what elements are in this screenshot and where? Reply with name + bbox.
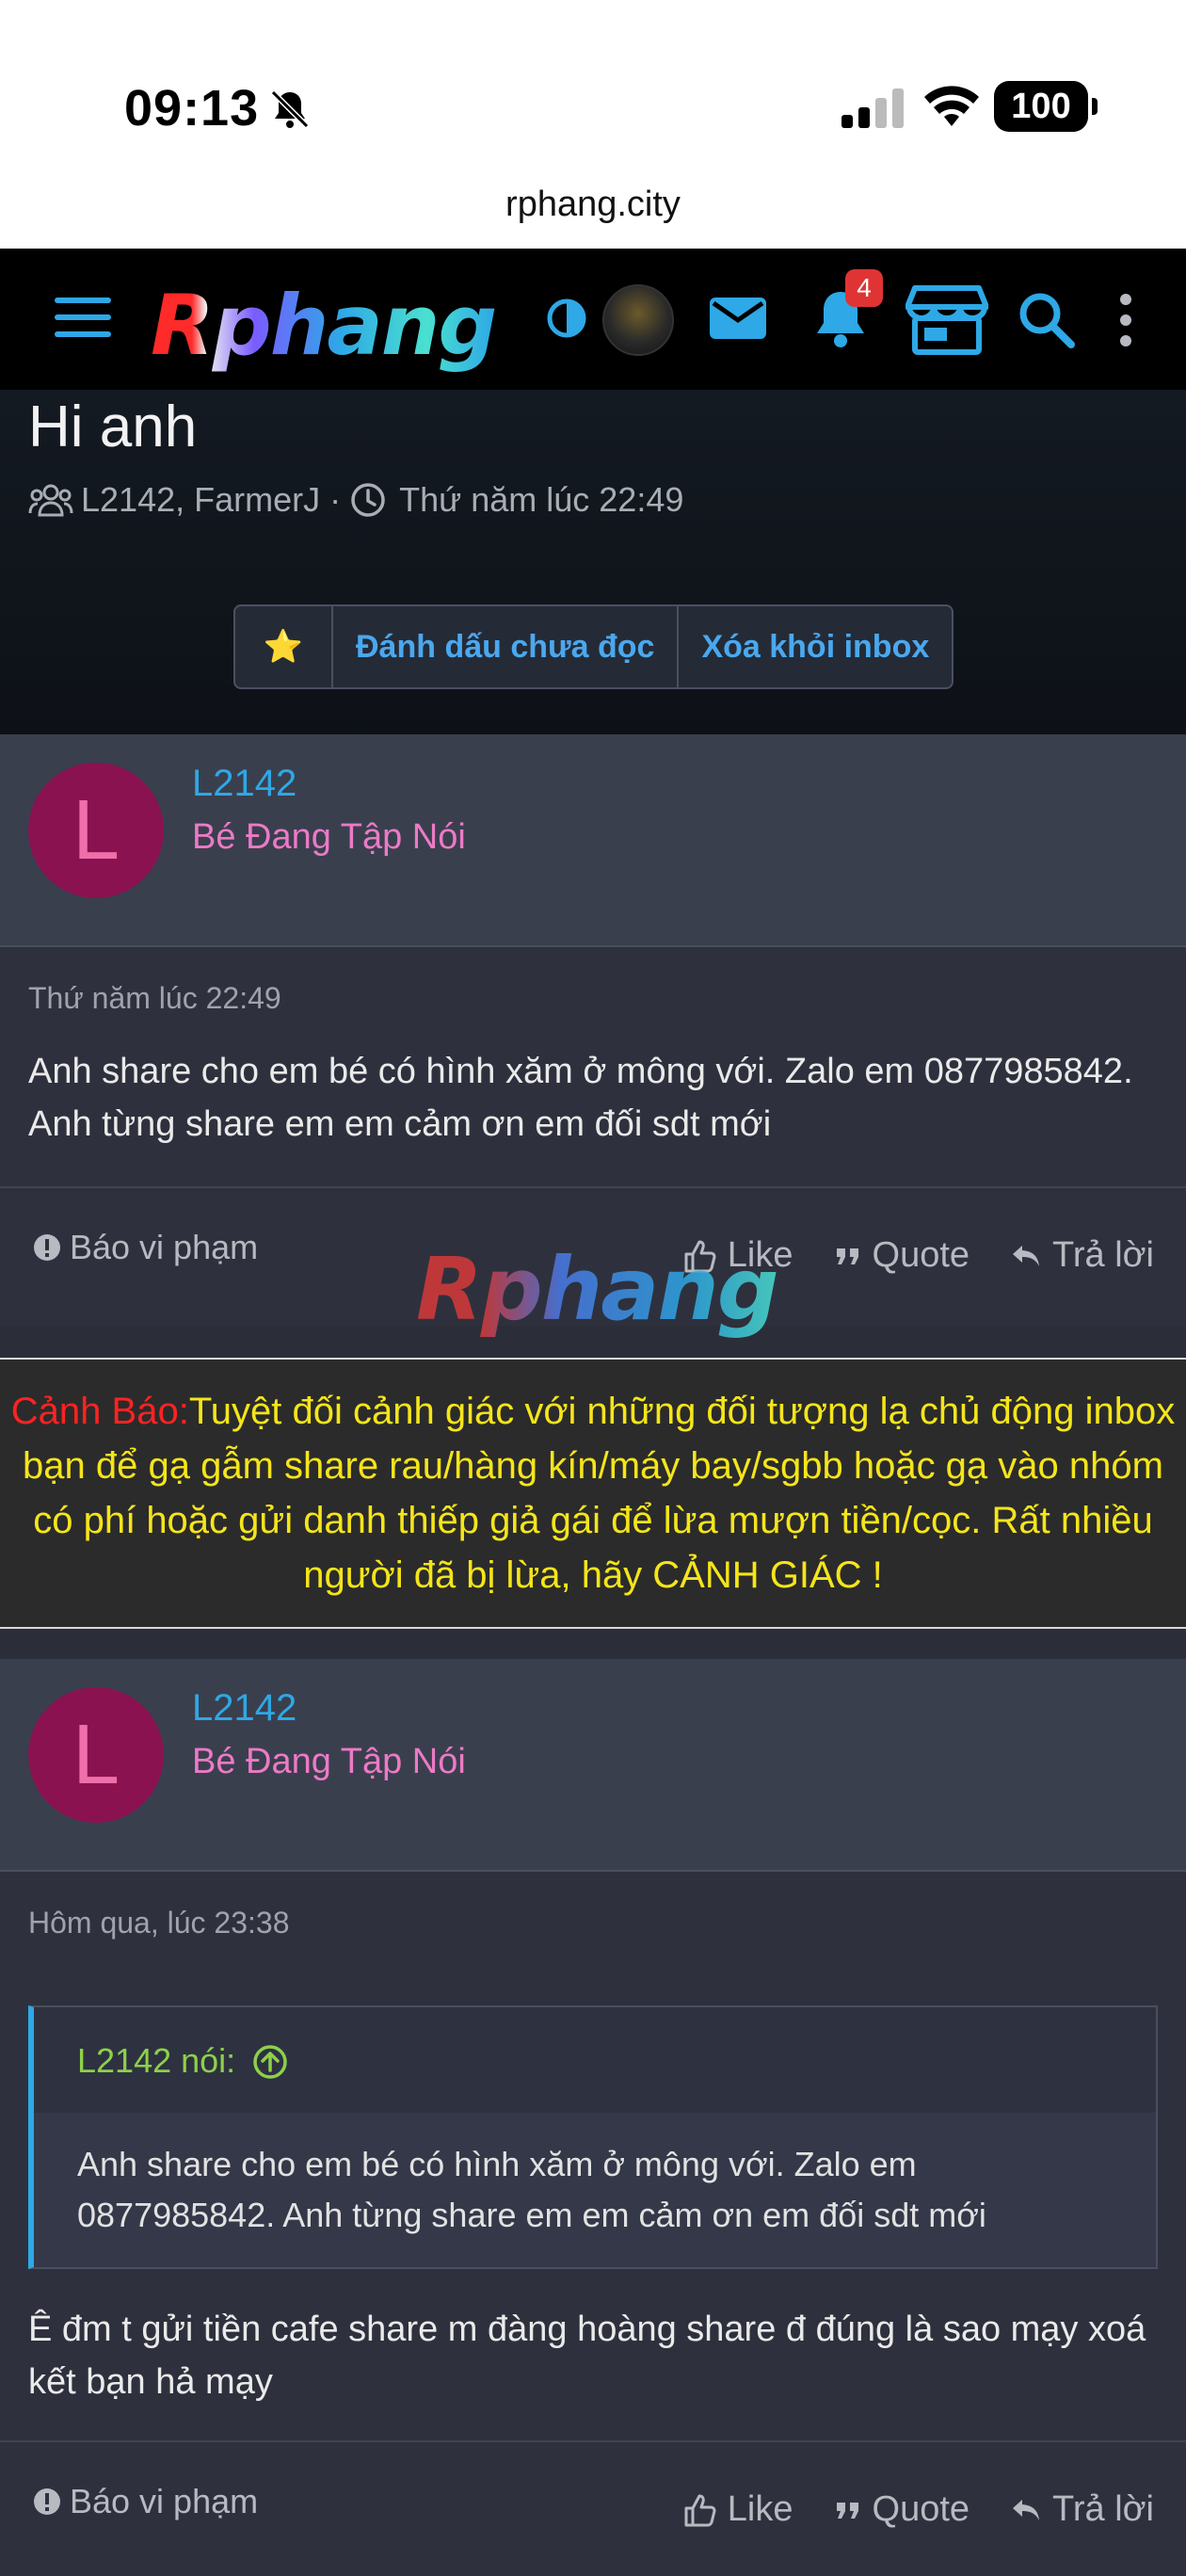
author-rank: Bé Đang Tập Nói — [192, 1742, 466, 1781]
cellular-signal-icon — [841, 89, 904, 128]
quote-label[interactable]: Quote — [873, 2489, 970, 2530]
author-rank: Bé Đang Tập Nói — [192, 817, 466, 857]
reply-label[interactable]: Trả lời — [1052, 1235, 1154, 1276]
mail-icon[interactable] — [708, 290, 768, 346]
report-link[interactable]: Báo vi phạm — [32, 1228, 258, 1267]
message-text: Ê đm t gửi tiền cafe share m đàng hoàng … — [28, 2310, 1146, 2402]
quote-icon — [836, 2502, 858, 2519]
site-watermark: Rphang — [416, 1239, 779, 1340]
participants: L2142, FarmerJ — [81, 480, 321, 519]
silent-bell-icon — [270, 89, 310, 129]
quote-text: Anh share cho em bé có hình xăm ở mông v… — [77, 2145, 986, 2234]
reply-icon — [1013, 2499, 1040, 2520]
notification-badge: 4 — [845, 269, 883, 307]
battery-icon: 100 — [994, 81, 1098, 132]
theme-toggle-icon[interactable] — [546, 298, 587, 339]
conversation-meta: L2142, FarmerJ · Thứ năm lúc 22:49 — [28, 480, 683, 520]
report-link[interactable]: Báo vi phạm — [32, 2482, 258, 2521]
wifi-icon — [924, 86, 979, 126]
message-body: Thứ năm lúc 22:49 Anh share cho em bé có… — [0, 947, 1186, 1186]
avatar[interactable]: L — [28, 1687, 164, 1823]
message-author-block: L L2142 Bé Đang Tập Nói — [0, 734, 1186, 947]
reply-button[interactable]: Trả lời — [1011, 2489, 1154, 2530]
message-footer: Báo vi phạm Like Quote Trả lời — [0, 2440, 1186, 2576]
author-name[interactable]: L2142 — [192, 763, 296, 805]
reply-icon — [1013, 1245, 1040, 1266]
conversation-time: Thứ năm lúc 22:49 — [399, 480, 684, 519]
message-author-block: L L2142 Bé Đang Tập Nói — [0, 1659, 1186, 1872]
star-button[interactable]: ⭐ — [235, 606, 333, 687]
mark-unread-button[interactable]: Đánh dấu chưa đọc — [333, 606, 680, 687]
menu-icon[interactable] — [55, 298, 111, 341]
search-icon[interactable] — [1017, 290, 1075, 348]
status-time: 09:13 — [124, 80, 260, 137]
message-actions: Like Quote Trả lời — [641, 2489, 1154, 2530]
quote-label[interactable]: Quote — [873, 1235, 970, 1276]
warning-text: Tuyệt đối cảnh giác với những đối tượng … — [23, 1391, 1176, 1596]
avatar[interactable]: L — [28, 763, 164, 898]
reply-label[interactable]: Trả lời — [1052, 2489, 1154, 2530]
quote-header[interactable]: L2142 nói: — [34, 2007, 1156, 2113]
user-avatar[interactable] — [602, 284, 674, 356]
author-name[interactable]: L2142 — [192, 1687, 296, 1730]
store-icon[interactable] — [906, 282, 988, 356]
alert-icon — [34, 2488, 60, 2515]
scam-warning-banner: Cảnh Báo:Tuyệt đối cảnh giác với những đ… — [0, 1358, 1186, 1629]
status-bar: 09:13 100 — [0, 0, 1186, 188]
quote-icon — [836, 1248, 858, 1264]
quote-author-label[interactable]: L2142 nói: — [77, 2041, 235, 2080]
reply-button[interactable]: Trả lời — [1011, 1235, 1154, 1276]
url-text[interactable]: rphang.city — [0, 185, 1186, 225]
remove-inbox-button[interactable]: Xóa khỏi inbox — [679, 606, 952, 687]
report-label[interactable]: Báo vi phạm — [70, 2482, 258, 2521]
site-navbar: Rphang — [0, 249, 1186, 390]
message-date[interactable]: Thứ năm lúc 22:49 — [28, 981, 281, 1016]
message-body: Hôm qua, lúc 23:38 L2142 nói: Anh share … — [0, 1872, 1186, 2440]
arrow-up-circle-icon[interactable] — [252, 2044, 288, 2080]
like-button[interactable]: Like — [682, 2489, 793, 2530]
clock-icon — [351, 483, 385, 517]
message-text: Anh share cho em bé có hình xăm ở mông v… — [28, 1052, 1133, 1144]
conversation-actions: ⭐ Đánh dấu chưa đọc Xóa khỏi inbox — [233, 604, 954, 689]
warning-label: Cảnh Báo: — [10, 1391, 189, 1432]
report-label[interactable]: Báo vi phạm — [70, 1228, 258, 1267]
more-options-icon[interactable] — [1116, 292, 1135, 348]
site-logo[interactable]: Rphang — [151, 277, 497, 374]
conversation-header: Hi anh L2142, FarmerJ · Thứ năm lúc 22:4… — [0, 390, 1186, 734]
quote-block: L2142 nói: Anh share cho em bé có hình x… — [28, 2005, 1158, 2269]
thumbs-up-icon — [684, 2494, 716, 2526]
alert-icon — [34, 1234, 60, 1261]
quote-button[interactable]: Quote — [835, 2489, 970, 2530]
like-label[interactable]: Like — [728, 2489, 793, 2530]
quote-author[interactable]: L2142 nói: — [77, 2041, 288, 2081]
message-date[interactable]: Hôm qua, lúc 23:38 — [28, 1906, 290, 1940]
quote-button[interactable]: Quote — [835, 1235, 970, 1276]
users-icon — [28, 484, 73, 517]
meta-separator: · — [329, 480, 342, 519]
url-bar[interactable]: rphang.city — [0, 169, 1186, 249]
page-title: Hi anh — [28, 394, 198, 459]
